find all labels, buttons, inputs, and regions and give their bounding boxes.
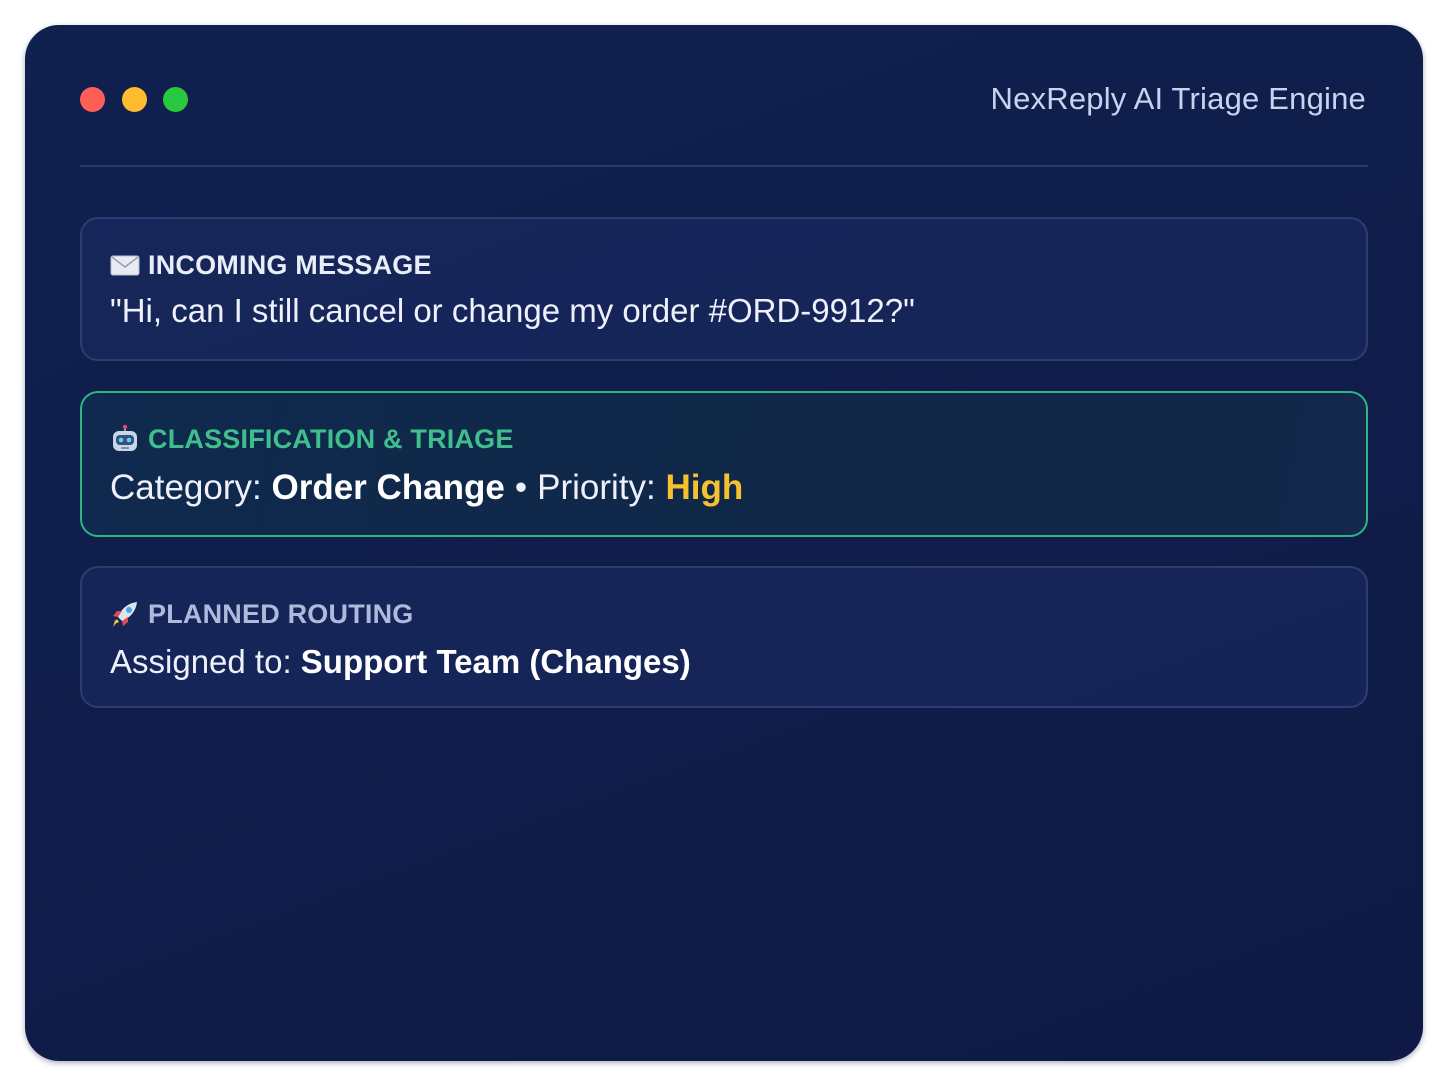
close-window-button[interactable] (80, 87, 105, 112)
classification-title: CLASSIFICATION & TRIAGE (148, 424, 514, 454)
classification-card: CLASSIFICATION & TRIAGE Category: Order … (80, 391, 1368, 537)
routing-header: PLANNED ROUTING (110, 598, 414, 630)
routing-title: PLANNED ROUTING (148, 599, 414, 629)
category-label: Category: (110, 468, 262, 507)
rocket-icon (110, 599, 140, 629)
classification-summary: Category: Order Change • Priority: High (110, 468, 743, 508)
maximize-window-button[interactable] (163, 87, 188, 112)
header-divider (80, 165, 1368, 167)
assigned-label: Assigned to: (110, 643, 292, 680)
robot-icon (110, 424, 140, 454)
window-title: NexReply AI Triage Engine (990, 81, 1366, 116)
routing-card: PLANNED ROUTING Assigned to: Support Tea… (80, 566, 1368, 708)
routing-summary: Assigned to: Support Team (Changes) (110, 642, 691, 682)
incoming-message-card: INCOMING MESSAGE "Hi, can I still cancel… (80, 217, 1368, 361)
incoming-message-title: INCOMING MESSAGE (148, 250, 432, 280)
priority-badge: High (665, 468, 744, 507)
assigned-team: Support Team (Changes) (300, 643, 691, 680)
app-window: NexReply AI Triage Engine INCOMING MESSA… (25, 25, 1423, 1061)
classification-header: CLASSIFICATION & TRIAGE (110, 423, 514, 455)
separator-dot: • (514, 468, 528, 507)
incoming-message-header: INCOMING MESSAGE (110, 249, 432, 281)
priority-label: Priority: (537, 468, 656, 507)
envelope-icon (110, 250, 140, 280)
minimize-window-button[interactable] (122, 87, 147, 112)
incoming-message-text: "Hi, can I still cancel or change my ord… (110, 292, 915, 329)
category-value: Order Change (271, 468, 505, 507)
